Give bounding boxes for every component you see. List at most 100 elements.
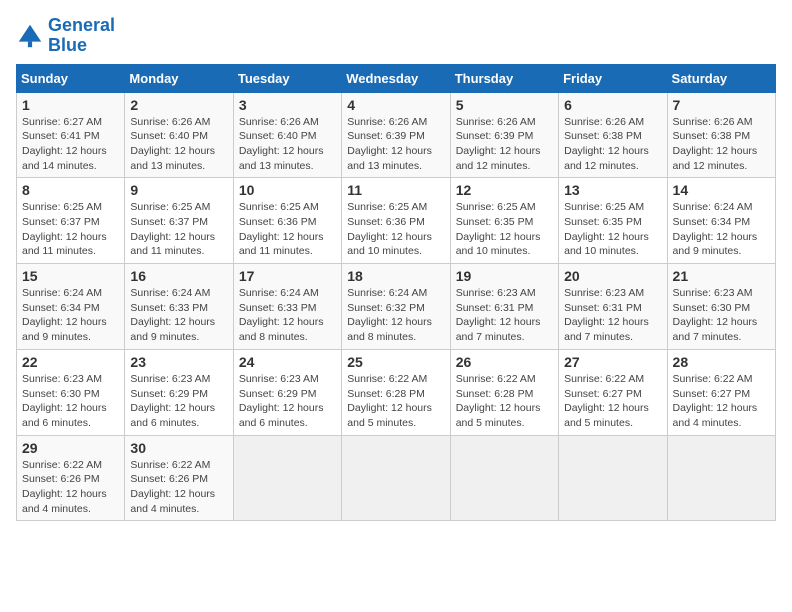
calendar-cell: 16 Sunrise: 6:24 AM Sunset: 6:33 PM Dayl… [125, 264, 233, 350]
day-number: 3 [239, 97, 336, 113]
calendar-week-2: 8 Sunrise: 6:25 AM Sunset: 6:37 PM Dayli… [17, 178, 776, 264]
calendar-cell [342, 435, 450, 521]
day-number: 24 [239, 354, 336, 370]
calendar-cell: 5 Sunrise: 6:26 AM Sunset: 6:39 PM Dayli… [450, 92, 558, 178]
cell-info: Sunrise: 6:22 AM Sunset: 6:26 PM Dayligh… [22, 458, 119, 517]
day-number: 27 [564, 354, 661, 370]
cell-info: Sunrise: 6:24 AM Sunset: 6:33 PM Dayligh… [239, 286, 336, 345]
col-header-saturday: Saturday [667, 64, 775, 92]
col-header-wednesday: Wednesday [342, 64, 450, 92]
cell-info: Sunrise: 6:26 AM Sunset: 6:38 PM Dayligh… [564, 115, 661, 174]
cell-info: Sunrise: 6:24 AM Sunset: 6:32 PM Dayligh… [347, 286, 444, 345]
calendar-cell: 23 Sunrise: 6:23 AM Sunset: 6:29 PM Dayl… [125, 349, 233, 435]
cell-info: Sunrise: 6:26 AM Sunset: 6:39 PM Dayligh… [347, 115, 444, 174]
day-number: 13 [564, 182, 661, 198]
cell-info: Sunrise: 6:26 AM Sunset: 6:38 PM Dayligh… [673, 115, 770, 174]
calendar-cell: 30 Sunrise: 6:22 AM Sunset: 6:26 PM Dayl… [125, 435, 233, 521]
calendar-cell: 6 Sunrise: 6:26 AM Sunset: 6:38 PM Dayli… [559, 92, 667, 178]
day-number: 16 [130, 268, 227, 284]
day-number: 15 [22, 268, 119, 284]
cell-info: Sunrise: 6:22 AM Sunset: 6:27 PM Dayligh… [564, 372, 661, 431]
day-number: 29 [22, 440, 119, 456]
logo-text: General Blue [48, 16, 115, 56]
calendar-cell [667, 435, 775, 521]
logo: General Blue [16, 16, 115, 56]
cell-info: Sunrise: 6:22 AM Sunset: 6:27 PM Dayligh… [673, 372, 770, 431]
day-number: 14 [673, 182, 770, 198]
calendar-week-1: 1 Sunrise: 6:27 AM Sunset: 6:41 PM Dayli… [17, 92, 776, 178]
calendar-cell: 24 Sunrise: 6:23 AM Sunset: 6:29 PM Dayl… [233, 349, 341, 435]
calendar-cell: 29 Sunrise: 6:22 AM Sunset: 6:26 PM Dayl… [17, 435, 125, 521]
cell-info: Sunrise: 6:24 AM Sunset: 6:34 PM Dayligh… [22, 286, 119, 345]
col-header-thursday: Thursday [450, 64, 558, 92]
cell-info: Sunrise: 6:23 AM Sunset: 6:30 PM Dayligh… [22, 372, 119, 431]
calendar-cell [233, 435, 341, 521]
col-header-tuesday: Tuesday [233, 64, 341, 92]
calendar-cell: 25 Sunrise: 6:22 AM Sunset: 6:28 PM Dayl… [342, 349, 450, 435]
calendar-cell: 10 Sunrise: 6:25 AM Sunset: 6:36 PM Dayl… [233, 178, 341, 264]
calendar-cell: 27 Sunrise: 6:22 AM Sunset: 6:27 PM Dayl… [559, 349, 667, 435]
cell-info: Sunrise: 6:23 AM Sunset: 6:31 PM Dayligh… [456, 286, 553, 345]
day-number: 17 [239, 268, 336, 284]
day-number: 1 [22, 97, 119, 113]
cell-info: Sunrise: 6:25 AM Sunset: 6:36 PM Dayligh… [239, 200, 336, 259]
calendar-cell: 4 Sunrise: 6:26 AM Sunset: 6:39 PM Dayli… [342, 92, 450, 178]
calendar-cell [450, 435, 558, 521]
col-header-monday: Monday [125, 64, 233, 92]
cell-info: Sunrise: 6:23 AM Sunset: 6:30 PM Dayligh… [673, 286, 770, 345]
day-number: 6 [564, 97, 661, 113]
calendar-cell: 26 Sunrise: 6:22 AM Sunset: 6:28 PM Dayl… [450, 349, 558, 435]
cell-info: Sunrise: 6:25 AM Sunset: 6:35 PM Dayligh… [456, 200, 553, 259]
calendar-week-3: 15 Sunrise: 6:24 AM Sunset: 6:34 PM Dayl… [17, 264, 776, 350]
day-number: 7 [673, 97, 770, 113]
day-number: 30 [130, 440, 227, 456]
day-number: 20 [564, 268, 661, 284]
cell-info: Sunrise: 6:23 AM Sunset: 6:29 PM Dayligh… [130, 372, 227, 431]
calendar-cell: 3 Sunrise: 6:26 AM Sunset: 6:40 PM Dayli… [233, 92, 341, 178]
cell-info: Sunrise: 6:22 AM Sunset: 6:28 PM Dayligh… [456, 372, 553, 431]
calendar-cell: 2 Sunrise: 6:26 AM Sunset: 6:40 PM Dayli… [125, 92, 233, 178]
cell-info: Sunrise: 6:24 AM Sunset: 6:33 PM Dayligh… [130, 286, 227, 345]
day-number: 22 [22, 354, 119, 370]
day-number: 23 [130, 354, 227, 370]
calendar-cell: 15 Sunrise: 6:24 AM Sunset: 6:34 PM Dayl… [17, 264, 125, 350]
calendar-cell: 8 Sunrise: 6:25 AM Sunset: 6:37 PM Dayli… [17, 178, 125, 264]
cell-info: Sunrise: 6:26 AM Sunset: 6:40 PM Dayligh… [130, 115, 227, 174]
cell-info: Sunrise: 6:25 AM Sunset: 6:37 PM Dayligh… [130, 200, 227, 259]
calendar-cell: 20 Sunrise: 6:23 AM Sunset: 6:31 PM Dayl… [559, 264, 667, 350]
calendar-cell: 28 Sunrise: 6:22 AM Sunset: 6:27 PM Dayl… [667, 349, 775, 435]
day-number: 10 [239, 182, 336, 198]
cell-info: Sunrise: 6:25 AM Sunset: 6:36 PM Dayligh… [347, 200, 444, 259]
cell-info: Sunrise: 6:26 AM Sunset: 6:39 PM Dayligh… [456, 115, 553, 174]
calendar-cell: 22 Sunrise: 6:23 AM Sunset: 6:30 PM Dayl… [17, 349, 125, 435]
cell-info: Sunrise: 6:23 AM Sunset: 6:29 PM Dayligh… [239, 372, 336, 431]
calendar-cell: 13 Sunrise: 6:25 AM Sunset: 6:35 PM Dayl… [559, 178, 667, 264]
logo-icon [16, 22, 44, 50]
calendar-cell: 17 Sunrise: 6:24 AM Sunset: 6:33 PM Dayl… [233, 264, 341, 350]
calendar-cell: 1 Sunrise: 6:27 AM Sunset: 6:41 PM Dayli… [17, 92, 125, 178]
day-number: 28 [673, 354, 770, 370]
calendar-week-5: 29 Sunrise: 6:22 AM Sunset: 6:26 PM Dayl… [17, 435, 776, 521]
day-number: 2 [130, 97, 227, 113]
day-number: 19 [456, 268, 553, 284]
cell-info: Sunrise: 6:23 AM Sunset: 6:31 PM Dayligh… [564, 286, 661, 345]
calendar-cell: 18 Sunrise: 6:24 AM Sunset: 6:32 PM Dayl… [342, 264, 450, 350]
day-number: 11 [347, 182, 444, 198]
day-number: 18 [347, 268, 444, 284]
day-number: 25 [347, 354, 444, 370]
day-number: 9 [130, 182, 227, 198]
cell-info: Sunrise: 6:24 AM Sunset: 6:34 PM Dayligh… [673, 200, 770, 259]
col-header-sunday: Sunday [17, 64, 125, 92]
calendar-week-4: 22 Sunrise: 6:23 AM Sunset: 6:30 PM Dayl… [17, 349, 776, 435]
day-number: 4 [347, 97, 444, 113]
calendar-table: SundayMondayTuesdayWednesdayThursdayFrid… [16, 64, 776, 522]
cell-info: Sunrise: 6:22 AM Sunset: 6:26 PM Dayligh… [130, 458, 227, 517]
day-number: 5 [456, 97, 553, 113]
cell-info: Sunrise: 6:22 AM Sunset: 6:28 PM Dayligh… [347, 372, 444, 431]
cell-info: Sunrise: 6:26 AM Sunset: 6:40 PM Dayligh… [239, 115, 336, 174]
calendar-cell: 9 Sunrise: 6:25 AM Sunset: 6:37 PM Dayli… [125, 178, 233, 264]
calendar-cell: 14 Sunrise: 6:24 AM Sunset: 6:34 PM Dayl… [667, 178, 775, 264]
cell-info: Sunrise: 6:27 AM Sunset: 6:41 PM Dayligh… [22, 115, 119, 174]
cell-info: Sunrise: 6:25 AM Sunset: 6:35 PM Dayligh… [564, 200, 661, 259]
calendar-cell: 12 Sunrise: 6:25 AM Sunset: 6:35 PM Dayl… [450, 178, 558, 264]
